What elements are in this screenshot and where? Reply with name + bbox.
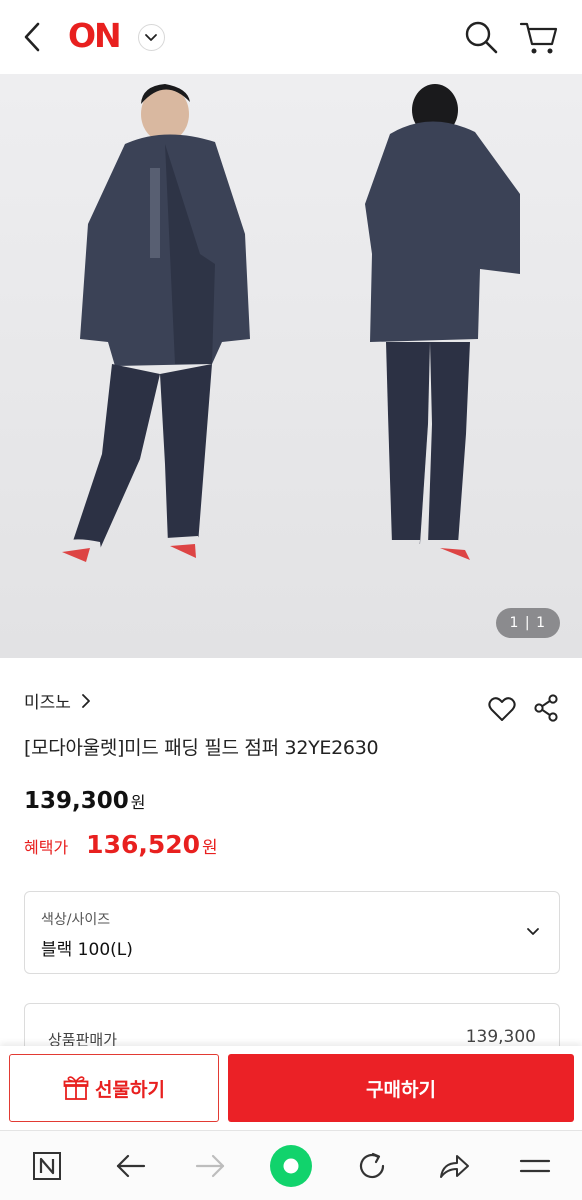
menu-icon [519,1159,551,1173]
search-icon [465,21,498,54]
gift-button-label: 선물하기 [95,1078,165,1101]
product-title: [모다아울렛]미드 패딩 필드 점퍼 32YE2630 [24,737,379,759]
share-forward-icon [440,1155,469,1178]
image-counter-total: 1 [536,615,546,631]
buy-button-label: 구매하기 [366,1078,436,1101]
image-counter-divider: | [524,615,537,631]
summary-value: 139,300 [465,1027,536,1047]
benefit-label: 혜택가 [24,838,69,857]
browser-refresh-button[interactable] [354,1148,390,1184]
logo[interactable]: ON [68,16,122,55]
image-counter: 1 | 1 [495,608,560,638]
share-icon [534,694,558,722]
cart-button[interactable] [518,18,560,58]
naver-home-button[interactable] [29,1148,65,1184]
gift-button[interactable]: 선물하기 [9,1054,219,1122]
brand-name: 미즈노 [24,693,71,713]
green-dot-icon [270,1145,312,1187]
heart-icon [488,697,516,721]
wishlist-button[interactable] [488,696,516,722]
buy-button[interactable]: 구매하기 [228,1054,574,1122]
back-button[interactable] [18,20,48,54]
product-image-gallery[interactable]: 1 | 1 [0,74,582,658]
naver-n-icon [33,1152,61,1180]
original-price: 139,300 원 [24,788,146,814]
chevron-right-icon [82,693,90,708]
browser-share-button[interactable] [436,1148,472,1184]
naver-green-dot-button[interactable] [269,1144,313,1188]
share-button[interactable] [533,694,559,722]
purchase-action-bar: 선물하기 구매하기 [0,1046,582,1130]
image-counter-current: 1 [509,615,520,631]
product-photo [0,74,582,658]
browser-back-button[interactable] [112,1148,148,1184]
chevron-left-icon [24,22,40,52]
benefit-price-value: 136,520 [86,830,201,859]
price-unit: 원 [130,793,146,812]
benefit-price-unit: 원 [202,838,218,858]
browser-nav-bar [0,1130,582,1200]
back-arrow-icon [116,1154,146,1178]
gift-icon [63,1076,89,1100]
mall-switch-button[interactable] [138,24,165,51]
cart-icon [519,22,558,54]
browser-forward-button[interactable] [193,1148,229,1184]
option-value: 블랙 100(L) [41,940,133,960]
chevron-down-icon [145,34,157,41]
benefit-price: 혜택가 136,520 원 [24,830,218,859]
search-button[interactable] [462,18,500,56]
refresh-icon [359,1152,385,1179]
brand-link[interactable]: 미즈노 [24,688,91,713]
app-header: ON [0,0,582,74]
option-select[interactable]: 색상/사이즈 블랙 100(L) [24,891,560,974]
forward-arrow-icon [195,1154,225,1178]
browser-menu-button[interactable] [517,1148,553,1184]
price-value: 139,300 [24,788,129,814]
chevron-down-icon [527,928,539,935]
option-label: 색상/사이즈 [41,912,111,928]
